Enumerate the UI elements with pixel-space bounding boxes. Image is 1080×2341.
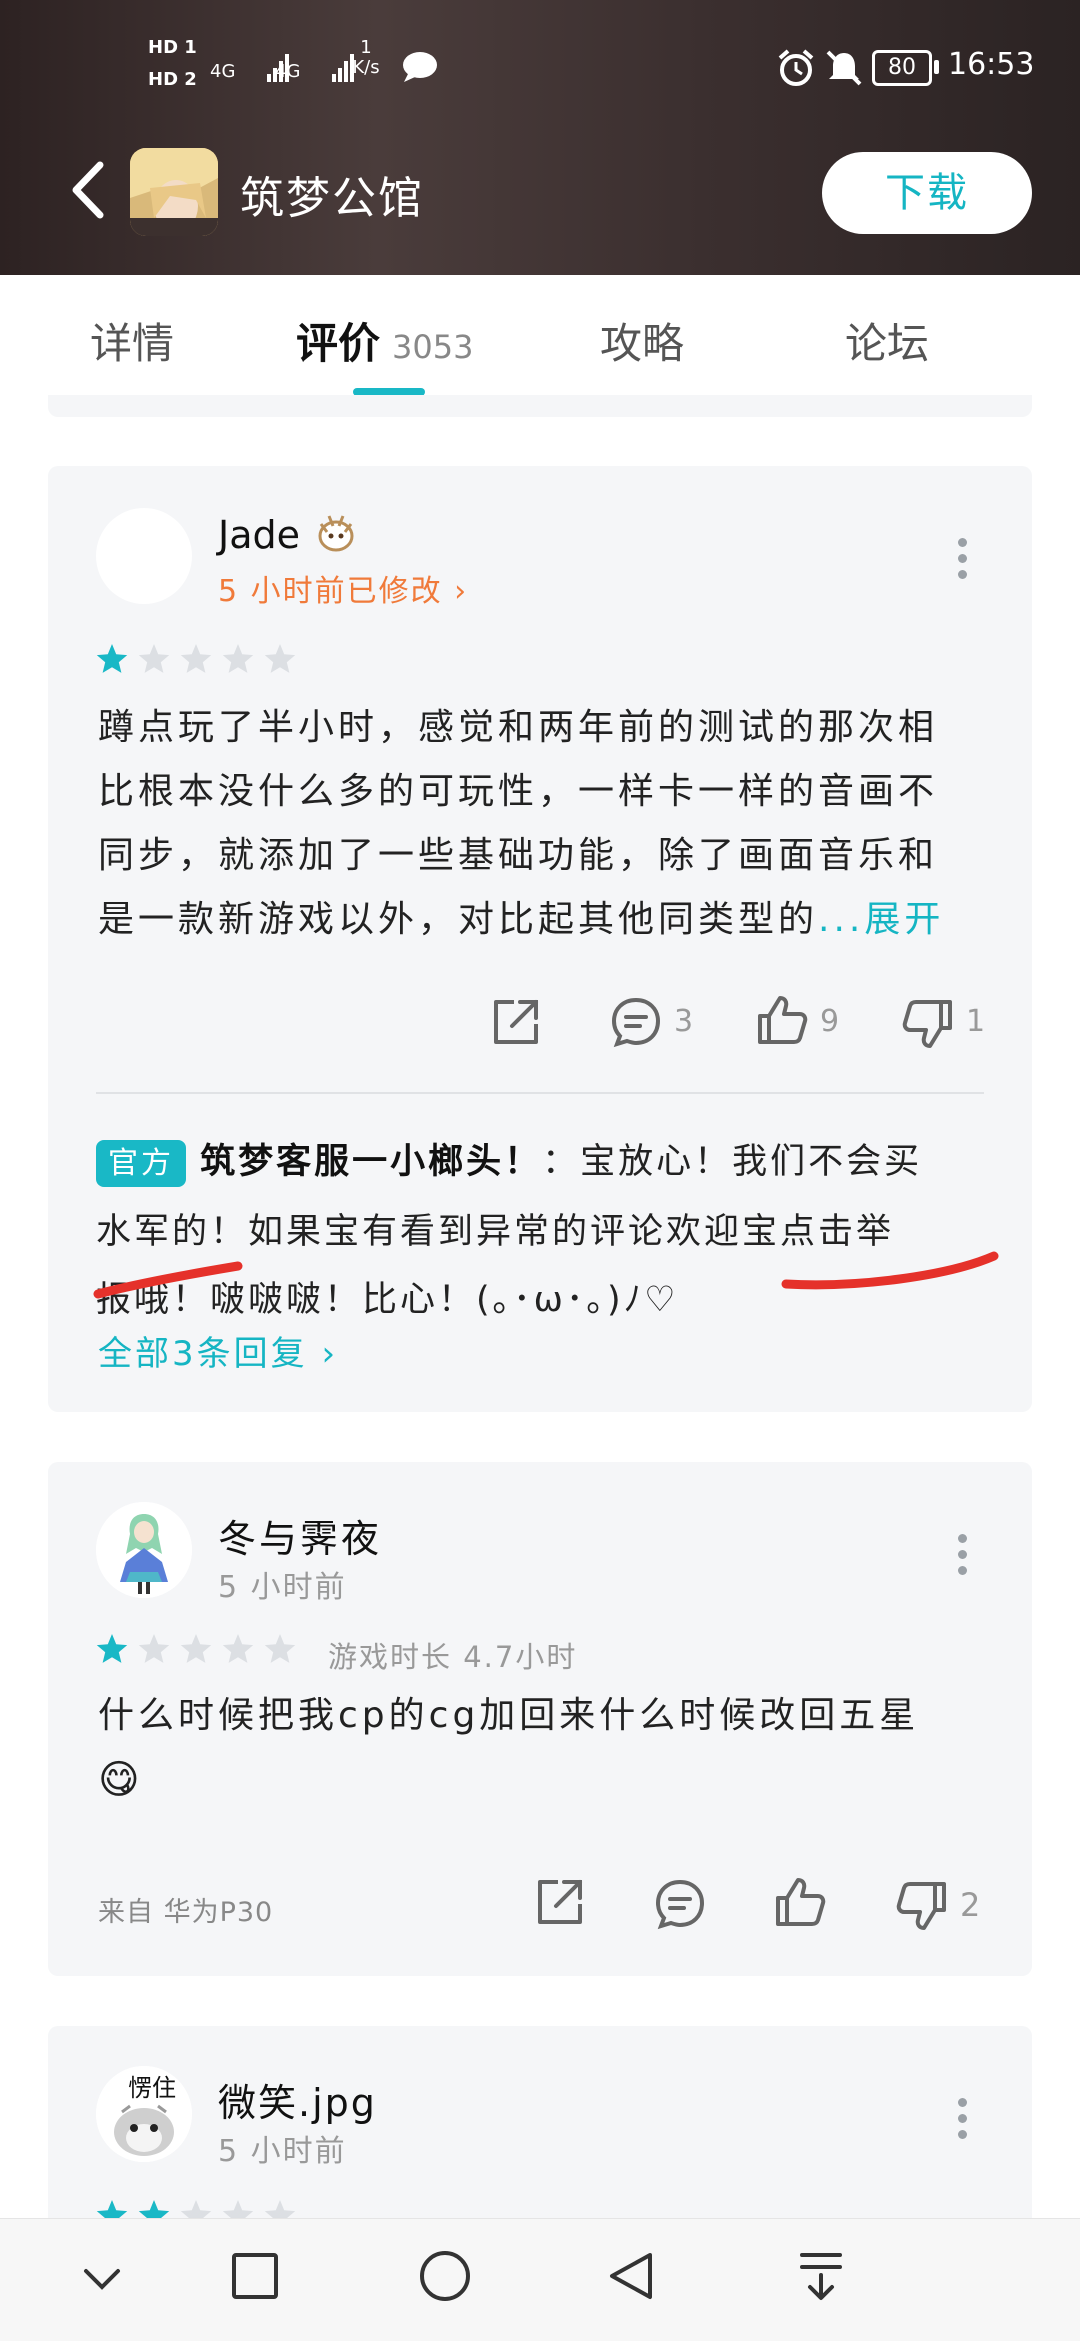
tab-details[interactable]: 详情 xyxy=(90,310,174,371)
hd-indicator-1: HD 1 xyxy=(148,37,197,58)
review-text-line: 比根本没什么多的可玩性，一样卡一样的音画不 xyxy=(98,771,939,812)
previous-review-card xyxy=(48,395,1032,417)
battery-icon: 80 xyxy=(872,50,932,86)
tab-bar: 详情 评价 3053 攻略 论坛 xyxy=(0,275,1080,400)
dislike-icon[interactable] xyxy=(900,996,956,1052)
home-circle-icon[interactable] xyxy=(418,2249,472,2303)
share-icon[interactable] xyxy=(488,994,544,1050)
star-icons xyxy=(96,2200,296,2218)
share-icon[interactable] xyxy=(532,1874,588,1930)
star-empty-icon xyxy=(222,1634,254,1663)
star-empty-icon xyxy=(180,1634,212,1663)
app-title: 筑梦公馆 xyxy=(240,173,424,224)
avatar[interactable] xyxy=(96,508,192,604)
device-label: 来自 华为P30 xyxy=(98,1897,274,1928)
star-rating xyxy=(94,642,304,682)
review-text-line: 同步，就添加了一些基础功能，除了画面音乐和 xyxy=(98,835,939,876)
net-speed: 1 K/s xyxy=(352,37,380,78)
recents-square-icon[interactable] xyxy=(230,2251,280,2301)
tab-reviews[interactable]: 评价 3053 xyxy=(296,310,473,371)
download-button[interactable]: 下载 xyxy=(822,152,1032,234)
expand-link[interactable]: 展开 xyxy=(864,899,944,940)
review-text-line: 蹲点玩了半小时，感觉和两年前的测试的那次相 xyxy=(98,707,939,748)
message-icon xyxy=(403,52,437,82)
review-text-line: 是一款新游戏以外，对比起其他同类型的 xyxy=(98,899,819,940)
comment-icon[interactable] xyxy=(608,994,664,1050)
star-icons xyxy=(96,1634,296,1663)
like-count: 9 xyxy=(820,1004,840,1039)
username-row: Jade xyxy=(218,510,361,557)
yum-emoji-icon: 😋 xyxy=(98,1757,144,1803)
alarm-icon xyxy=(778,49,814,86)
like-icon[interactable] xyxy=(772,1874,828,1930)
review-card: 愣住 微笑.jpg 5 小时前 xyxy=(48,2026,1032,2218)
star-empty-icon xyxy=(264,2200,296,2218)
star-empty-icon xyxy=(138,644,170,673)
star-empty-icon xyxy=(264,644,296,673)
playtime: 游戏时长 4.7小时 xyxy=(328,1640,578,1674)
star-empty-icon xyxy=(138,1634,170,1663)
star-rating xyxy=(94,1632,304,1672)
review-card: 冬与霁夜 5 小时前 游戏时长 4.7小时 什么时候把我cp的cg加回来什么时候… xyxy=(48,1462,1032,1976)
review-time[interactable]: 5 小时前已修改 › xyxy=(218,566,468,610)
mute-icon xyxy=(826,50,862,86)
comment-icon[interactable] xyxy=(652,1876,708,1932)
back-icon[interactable] xyxy=(60,155,120,225)
username[interactable]: 冬与霁夜 xyxy=(218,1508,382,1563)
more-options-icon[interactable] xyxy=(958,538,970,586)
tab-forum[interactable]: 论坛 xyxy=(845,310,929,371)
star-filled-icon xyxy=(96,2200,128,2218)
more-options-icon[interactable] xyxy=(958,2098,970,2146)
username[interactable]: 微笑.jpg xyxy=(218,2072,377,2127)
app-icon xyxy=(130,148,218,236)
dislike-count: 2 xyxy=(960,1886,981,1924)
star-empty-icon xyxy=(180,2200,212,2218)
avatar[interactable] xyxy=(96,1502,192,1598)
tab-forum-label: 论坛 xyxy=(845,319,930,368)
chevron-down-icon[interactable] xyxy=(78,2259,126,2299)
comment-count: 3 xyxy=(674,1004,694,1039)
all-replies-link[interactable]: 全部3条回复 › xyxy=(98,1326,338,1375)
tab-guides-label: 攻略 xyxy=(600,319,685,368)
star-empty-icon xyxy=(222,644,254,673)
username[interactable]: Jade xyxy=(218,513,300,557)
star-icons xyxy=(96,644,296,673)
user-badge-icon xyxy=(318,515,354,552)
dislike-icon[interactable] xyxy=(894,1878,950,1934)
review-text-line: 什么时候把我cp的cg加回来什么时候改回五星 xyxy=(98,1695,920,1736)
divider xyxy=(96,1092,984,1094)
star-filled-icon xyxy=(96,644,128,673)
red-underline-annotation xyxy=(93,1251,999,1299)
tab-guides[interactable]: 攻略 xyxy=(600,310,684,371)
notification-pull-down-icon[interactable] xyxy=(796,2249,846,2303)
review-time: 5 小时前 xyxy=(218,2134,347,2169)
review-text[interactable]: 什么时候把我cp的cg加回来什么时候改回五星 😋 xyxy=(98,1684,998,1812)
review-time: 5 小时前 xyxy=(218,1570,347,1605)
review-ellipsis: ... xyxy=(818,899,865,940)
back-triangle-icon[interactable] xyxy=(606,2249,656,2303)
star-empty-icon xyxy=(222,2200,254,2218)
tab-details-label: 详情 xyxy=(90,319,175,368)
app-header: HD 1 HD 2 4G 4G 1 K/s 80 16:53 筑梦公馆 下载 xyxy=(0,0,1080,275)
star-empty-icon xyxy=(264,1634,296,1663)
star-filled-icon xyxy=(138,2200,170,2218)
star-rating xyxy=(94,2198,304,2218)
more-options-icon[interactable] xyxy=(958,1534,970,1582)
star-filled-icon xyxy=(96,1634,128,1663)
tab-reviews-count: 3053 xyxy=(392,328,474,366)
dislike-count: 1 xyxy=(966,1004,986,1039)
like-icon[interactable] xyxy=(754,992,810,1048)
review-card: Jade 5 小时前已修改 › 蹲点玩了半小时，感觉和两年前的测试的那次相 比根… xyxy=(48,466,1032,1412)
system-nav-bar xyxy=(0,2218,1080,2341)
star-empty-icon xyxy=(180,644,212,673)
battery-tip xyxy=(934,60,939,74)
avatar-caption: 愣住 xyxy=(128,2074,176,2102)
tab-reviews-label: 评价 xyxy=(296,319,381,368)
clock: 16:53 xyxy=(948,47,1035,82)
review-text[interactable]: 蹲点玩了半小时，感觉和两年前的测试的那次相 比根本没什么多的可玩性，一样卡一样的… xyxy=(98,696,998,952)
hd-indicator-2: HD 2 xyxy=(148,69,197,90)
